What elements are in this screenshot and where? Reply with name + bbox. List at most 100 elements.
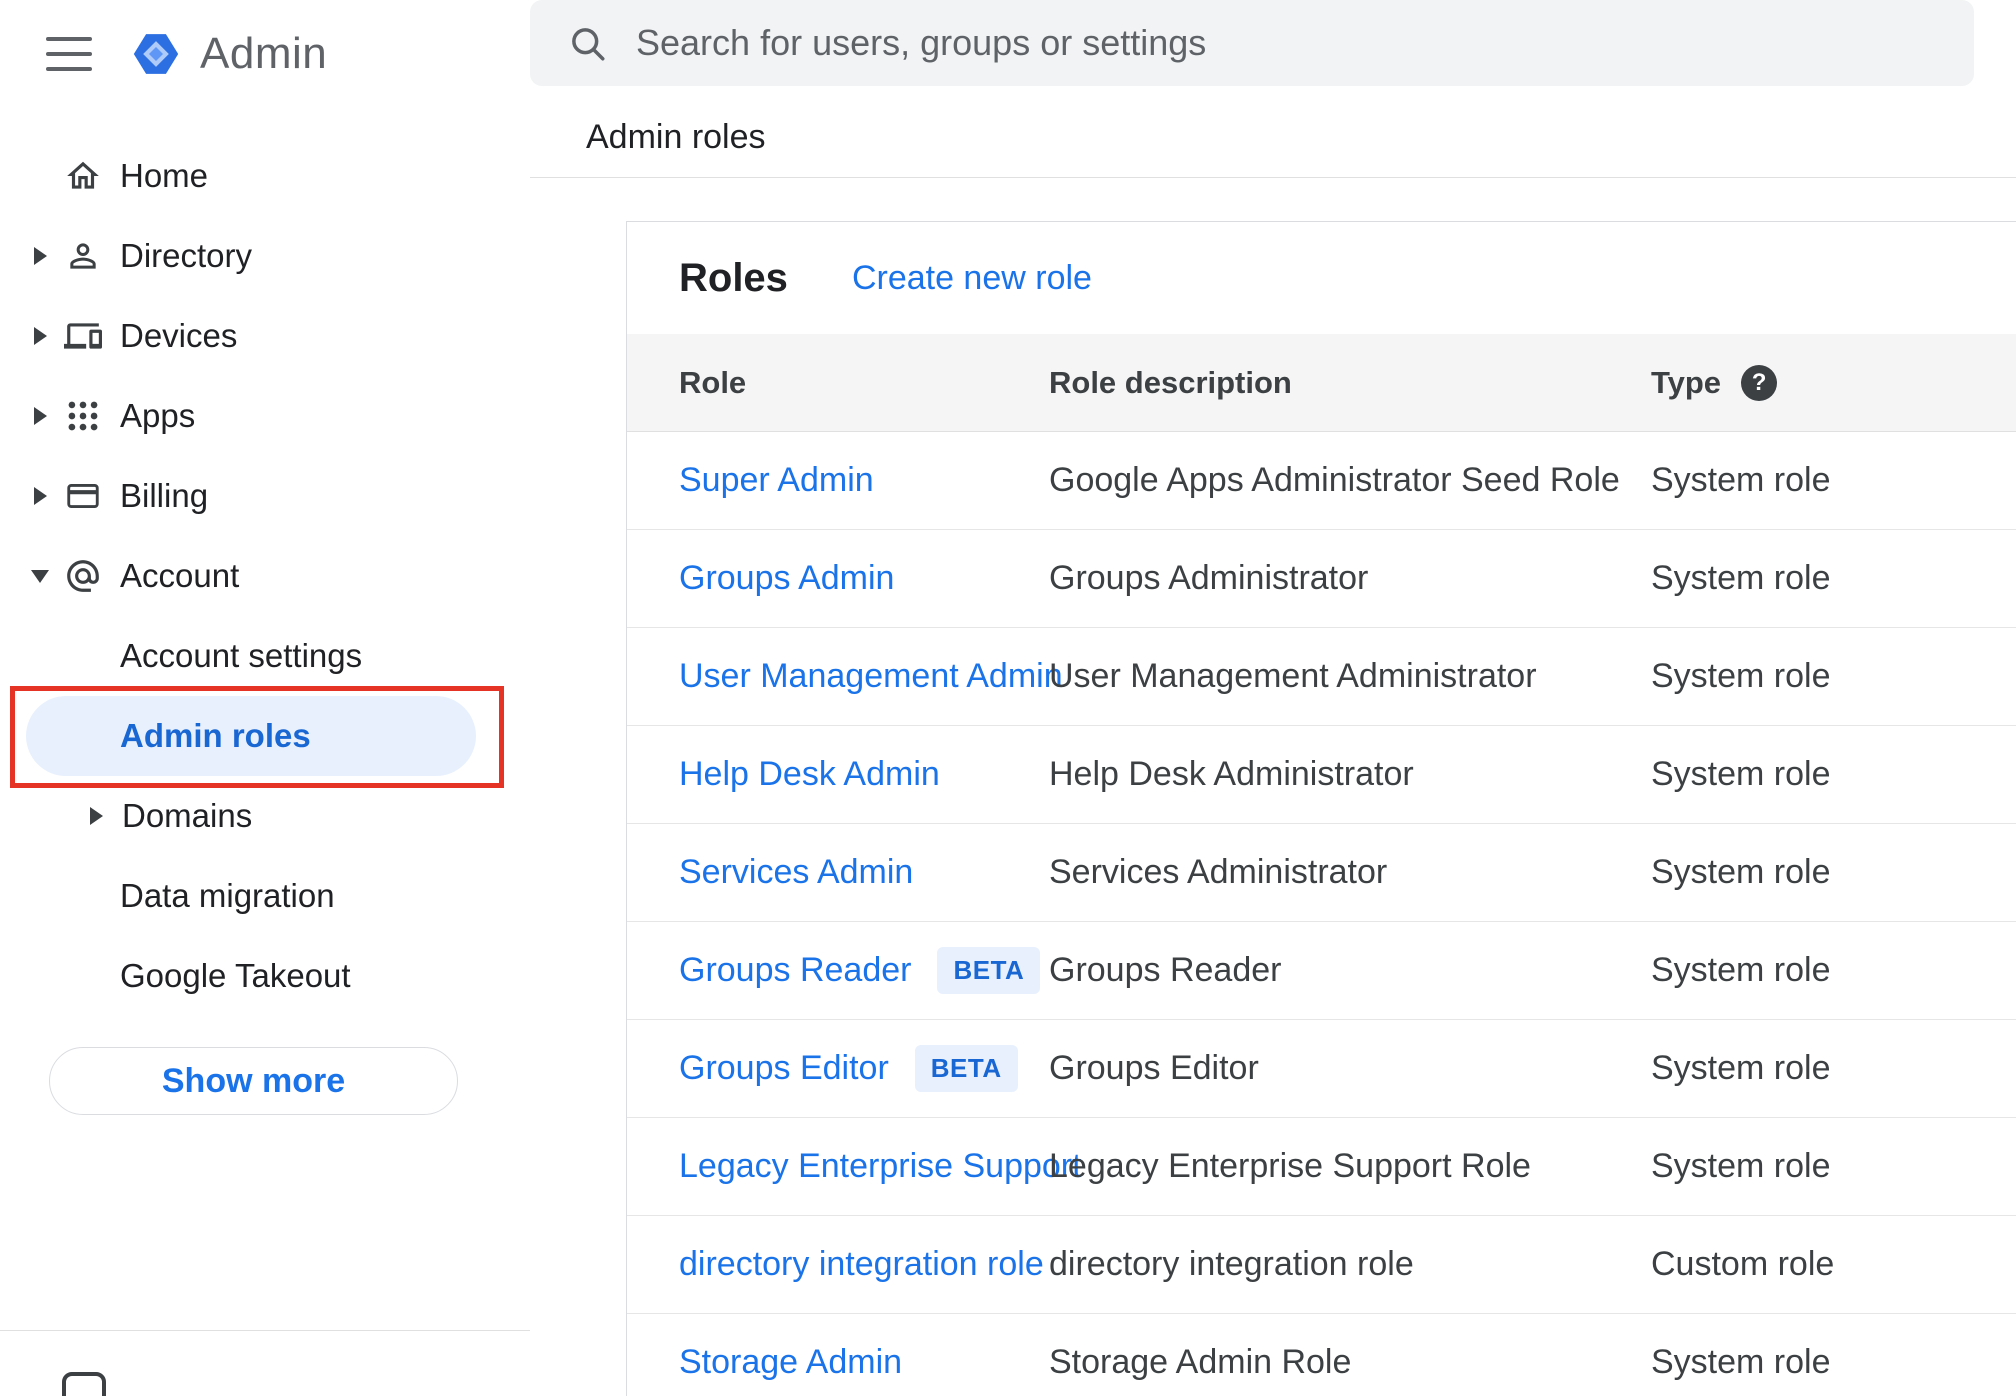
chevron-right-icon	[20, 407, 60, 425]
table-row: Legacy Enterprise Support Legacy Enterpri…	[627, 1118, 2016, 1216]
role-link[interactable]: Legacy Enterprise Support	[679, 1147, 1082, 1186]
devices-icon	[60, 317, 106, 355]
role-description: Services Administrator	[1049, 853, 1388, 891]
support-icon[interactable]	[62, 1372, 106, 1396]
table-row: Groups Admin Groups Administrator System r…	[627, 530, 2016, 628]
create-new-role-link[interactable]: Create new role	[852, 259, 1092, 298]
table-header-row: Role Role description Type ?	[627, 334, 2016, 432]
sidebar-item-home[interactable]: Home	[0, 136, 530, 216]
roles-card: Roles Create new role Role Role descript…	[626, 221, 2016, 1396]
table-row: Super Admin Google Apps Administrator See…	[627, 432, 2016, 530]
sidebar-item-billing[interactable]: Billing	[0, 456, 530, 536]
role-description: Groups Reader	[1049, 951, 1282, 989]
role-type: System role	[1651, 1343, 1831, 1381]
role-type: System role	[1651, 1049, 1831, 1087]
column-header-type: Type ?	[1651, 364, 2016, 401]
sidebar-item-label: Apps	[120, 397, 196, 434]
sidebar-item-label: Home	[120, 157, 209, 194]
role-description: Legacy Enterprise Support Role	[1049, 1147, 1531, 1185]
chevron-down-icon	[20, 569, 60, 583]
role-link[interactable]: Super Admin	[679, 461, 874, 500]
sidebar-bottom-divider	[0, 1330, 530, 1331]
role-type: System role	[1651, 1147, 1831, 1185]
role-link[interactable]: Groups Admin	[679, 559, 894, 598]
table-row: Services Admin Services Administrator Syst…	[627, 824, 2016, 922]
main-content: Admin roles Roles Create new role Role R…	[530, 0, 2016, 1396]
role-type: Custom role	[1651, 1245, 1835, 1283]
role-link[interactable]: Groups Reader	[679, 951, 911, 990]
sidebar-item-account[interactable]: Account	[0, 536, 530, 616]
sidebar-item-admin-roles[interactable]: Admin roles	[26, 696, 476, 776]
sidebar-item-apps[interactable]: Apps	[0, 376, 530, 456]
role-type: System role	[1651, 951, 1831, 989]
sidebar-item-label: Admin roles	[120, 717, 311, 754]
table-row: Groups Editor BETA Groups Editor System rol…	[627, 1020, 2016, 1118]
column-header-role-label: Role	[679, 364, 747, 400]
role-type: System role	[1651, 755, 1831, 793]
sidebar-item-account-settings[interactable]: Account settings	[0, 616, 530, 696]
apps-icon	[60, 397, 106, 435]
show-more-button[interactable]: Show more	[49, 1047, 458, 1115]
role-description: Help Desk Administrator	[1049, 755, 1414, 793]
person-icon	[60, 237, 106, 275]
app-title: Admin	[200, 29, 328, 78]
sidebar-nav: Home Directory Devices Apps Billing Account Ac…	[0, 136, 530, 1016]
sidebar: Admin Home Directory Devices Apps Billing Acc…	[0, 0, 530, 1396]
search-icon	[572, 28, 605, 61]
sidebar-item-google-takeout[interactable]: Google Takeout	[0, 936, 530, 1016]
card-header: Roles Create new role	[627, 222, 2016, 334]
admin-logo: Admin	[128, 26, 327, 82]
page-title: Roles	[679, 255, 788, 300]
role-description: directory integration role	[1049, 1245, 1414, 1283]
column-header-description-label: Role description	[1049, 364, 1292, 400]
role-link[interactable]: Services Admin	[679, 853, 913, 892]
sidebar-item-label: Data migration	[120, 877, 335, 914]
table-row: Help Desk Admin Help Desk Administrator Sy…	[627, 726, 2016, 824]
role-type: System role	[1651, 853, 1831, 891]
sidebar-item-label: Directory	[120, 237, 253, 274]
sidebar-item-label: Devices	[120, 317, 238, 354]
role-type: System role	[1651, 657, 1831, 695]
sidebar-item-devices[interactable]: Devices	[0, 296, 530, 376]
menu-icon[interactable]	[46, 37, 92, 71]
beta-badge: BETA	[914, 1045, 1018, 1092]
role-description: Groups Editor	[1049, 1049, 1259, 1087]
role-type: System role	[1651, 559, 1831, 597]
chevron-right-icon	[20, 487, 60, 505]
column-header-description: Role description	[1049, 365, 1651, 401]
table-row: Groups Reader BETA Groups Reader System rol…	[627, 922, 2016, 1020]
at-icon	[60, 557, 106, 595]
role-type: System role	[1651, 461, 1831, 499]
sidebar-item-label: Google Takeout	[120, 957, 351, 994]
sidebar-item-data-migration[interactable]: Data migration	[0, 856, 530, 936]
table-row: directory integration role directory inte…	[627, 1216, 2016, 1314]
search-input[interactable]	[636, 22, 1944, 64]
role-link[interactable]: Groups Editor	[679, 1049, 889, 1088]
role-link[interactable]: User Management Admin	[679, 657, 1063, 696]
card-icon	[60, 477, 106, 515]
role-description: Groups Administrator	[1049, 559, 1369, 597]
header-divider	[530, 177, 2016, 178]
home-icon	[60, 157, 106, 195]
beta-badge: BETA	[937, 947, 1041, 994]
sidebar-item-domains[interactable]: Domains	[0, 776, 530, 856]
chevron-right-icon	[20, 247, 60, 265]
role-link[interactable]: Help Desk Admin	[679, 755, 940, 794]
role-description: Storage Admin Role	[1049, 1343, 1352, 1381]
sidebar-item-label: Account settings	[120, 637, 363, 674]
search-bar	[530, 0, 1974, 86]
role-link[interactable]: Storage Admin	[679, 1343, 902, 1382]
help-icon[interactable]: ?	[1741, 364, 1778, 401]
role-link[interactable]: directory integration role	[679, 1245, 1044, 1284]
table-row: Storage Admin Storage Admin Role System ro…	[627, 1314, 2016, 1396]
sidebar-item-directory[interactable]: Directory	[0, 216, 530, 296]
role-description: Google Apps Administrator Seed Role	[1049, 461, 1620, 499]
role-description: User Management Administrator	[1049, 657, 1537, 695]
sidebar-header: Admin	[0, 0, 327, 108]
chevron-right-icon	[90, 807, 112, 825]
sidebar-item-label: Domains	[122, 797, 253, 834]
sidebar-item-label: Billing	[120, 477, 209, 514]
column-header-type-label: Type	[1651, 364, 1722, 400]
admin-hexagon-logo-icon	[133, 34, 179, 74]
table-body: Super Admin Google Apps Administrator See…	[627, 432, 2016, 1396]
